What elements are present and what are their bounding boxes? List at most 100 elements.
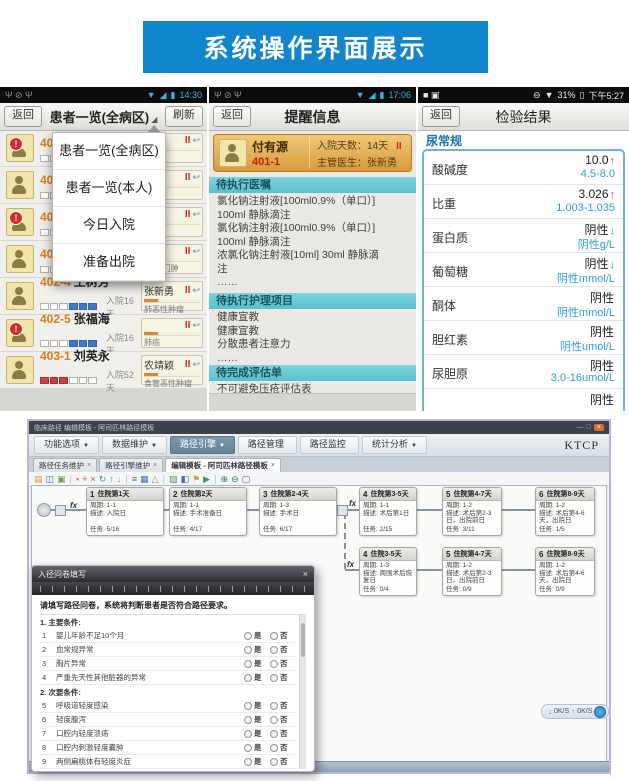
care-card[interactable]: 张新勇II↩ 肺恶性肿瘤 [141,281,203,311]
radio-icon[interactable] [244,646,252,654]
run-icon[interactable]: ▶ [203,473,210,485]
fx-condition[interactable]: fx [349,499,356,508]
align-icon[interactable]: ≡ [132,473,137,485]
radio-yes[interactable]: 是 [244,742,270,753]
lab-row[interactable]: 葡萄糖 阴性↓ 阴性mmol/L [424,253,623,287]
radio-no[interactable]: 否 [270,714,296,725]
radio-icon[interactable] [270,730,278,738]
menu-button[interactable]: 路径引擎▼ [170,436,235,454]
radio-icon[interactable] [270,716,278,724]
flow-node[interactable]: 3住院第2-4天 周期: 1-3描述: 手术日 任务: 6/17 [259,487,337,536]
lab-row[interactable]: 酮体 阴性 阴性mmol/L [424,287,623,321]
maximize-icon[interactable]: □ [587,424,591,431]
refresh-button[interactable]: 刷新 [165,106,203,127]
edit-node-icon[interactable]: + [82,473,87,485]
zoom-in-icon[interactable]: ⊕ [221,473,229,485]
dialog-titlebar[interactable]: 入径问卷填写 × [32,566,314,582]
radio-yes[interactable]: 是 [244,756,270,767]
save-icon[interactable]: ◫ [46,473,55,485]
monitor-icon[interactable]: ▢ [242,473,251,485]
radio-yes[interactable]: 是 [244,658,270,669]
lab-row[interactable]: 尿胆原 阴性 3.0-16umol/L [424,355,623,389]
flow-node[interactable]: 4住院3-5天 周期: 1-3描述: 周围术后恢复日 任务: 0/4 [359,547,417,596]
radio-icon[interactable] [270,744,278,752]
tab-close-icon[interactable]: × [271,462,275,469]
lab-row[interactable]: 比重 3.026↑ 1.003-1.035 [424,185,623,219]
radio-no[interactable]: 否 [270,700,296,711]
minimize-icon[interactable]: — [577,424,584,431]
flow-node[interactable]: 5住院第4-7天 周期: 1-2描述: 术后第2-3日，出院前日 任务: 3/1… [442,487,502,536]
radio-icon[interactable] [270,702,278,710]
radio-icon[interactable] [244,744,252,752]
radio-yes[interactable]: 是 [244,672,270,683]
menu-button[interactable]: 功能选项▼ [34,436,99,454]
save-all-icon[interactable]: ▣ [57,473,66,485]
radio-no[interactable]: 否 [270,672,296,683]
dropdown-item[interactable]: 准备出院 [53,244,165,281]
add-node-icon[interactable]: ▪ [76,473,79,485]
care-card[interactable]: 农靖颖II↩ 食管恶性肿瘤 [141,355,203,385]
radio-icon[interactable] [244,758,252,766]
move-down-icon[interactable]: ↓ [117,473,122,485]
radio-icon[interactable] [244,660,252,668]
delete-node-icon[interactable]: × [91,473,96,485]
radio-yes[interactable]: 是 [244,714,270,725]
radio-yes[interactable]: 是 [244,700,270,711]
lab-row[interactable]: 胆红素 阴性 阴性umol/L [424,321,623,355]
menu-button[interactable]: 统计分析▼ [362,436,427,454]
table-icon[interactable]: ▨ [169,473,178,485]
patient-row[interactable]: 403-1刘英永 入院52天 农靖颖II↩ 食管恶性肿瘤 [0,352,207,388]
menu-button[interactable]: 路径管理 [238,436,297,454]
tree-icon[interactable]: △ [152,473,159,485]
radio-icon[interactable] [270,660,278,668]
radio-icon[interactable] [244,702,252,710]
flow-node[interactable]: 4住院第3-5天 周期: 1-1描述: 术后第1日 任务: 2/15 [359,487,417,536]
menu-button[interactable]: 数据维护▼ [102,436,167,454]
open-icon[interactable]: ▤ [34,473,43,485]
close-icon[interactable]: × [594,424,604,431]
radio-yes[interactable]: 是 [244,728,270,739]
dropdown-item[interactable]: 患者一览(本人) [53,170,165,207]
flag-icon[interactable]: ⚑ [192,473,200,485]
flow-node[interactable]: 2住院第2天 周期: 1-1描述: 手术准备日 任务: 4/17 [169,487,247,536]
radio-yes[interactable]: 是 [244,644,270,655]
menu-button[interactable]: 路径监控 [300,436,359,454]
back-button[interactable]: 返回 [4,106,42,127]
flow-node[interactable]: 5住院第4-7天 周期: 1-2描述: 术后第2-3日，出院前日 任务: 0/9 [442,547,502,596]
tab-close-icon[interactable]: × [153,462,157,469]
radio-icon[interactable] [270,646,278,654]
dropdown-item[interactable]: 今日入院 [53,207,165,244]
radio-no[interactable]: 否 [270,630,296,641]
fx-condition[interactable]: fx [70,501,77,510]
radio-icon[interactable] [244,730,252,738]
window-titlebar[interactable]: 临床路径 编辑模板 - 阿司匹林路径模板 — □ × [29,421,609,434]
dropdown-item[interactable]: 患者一览(全病区) [53,133,165,170]
panel-icon[interactable]: ▦ [140,473,149,485]
radio-icon[interactable] [244,674,252,682]
radio-icon[interactable] [270,758,278,766]
flow-junction[interactable] [337,505,348,516]
flow-junction[interactable] [55,505,66,516]
document-tab[interactable]: 路径任务维护× [33,458,97,472]
radio-yes[interactable]: 是 [244,630,270,641]
scrollbar[interactable] [299,615,306,769]
radio-icon[interactable] [244,632,252,640]
document-tab[interactable]: 编辑模板 - 阿司匹林路径模板× [165,458,281,472]
flow-node[interactable]: 6住院第8-9天 周期: 1-2描述: 术后第4-6天，出院日 任务: 0/9 [535,547,595,596]
radio-no[interactable]: 否 [270,644,296,655]
lab-row[interactable]: 阴性 [424,389,623,411]
close-icon[interactable]: × [303,569,308,579]
radio-icon[interactable] [244,716,252,724]
document-tab[interactable]: 路径引擎维护× [99,458,163,472]
zoom-out-icon[interactable]: ⊖ [231,473,239,485]
layout-icon[interactable]: ◧ [181,473,190,485]
lab-row[interactable]: 酸碱度 10.0↑ 4.5-8.0 [424,151,623,185]
radio-no[interactable]: 否 [270,728,296,739]
flow-start-node[interactable] [37,503,51,517]
move-up-icon[interactable]: ↑ [109,473,114,485]
patient-summary-card[interactable]: 付有源 401-1 入院天数：14天II 主管医生：张新勇 [213,134,412,172]
lab-row[interactable]: 蛋白质 阴性↓ 阴性g/L [424,219,623,253]
care-card[interactable]: II↩ 肺癌 [141,318,203,348]
radio-no[interactable]: 否 [270,658,296,669]
refresh-icon[interactable]: ↻ [99,473,107,485]
